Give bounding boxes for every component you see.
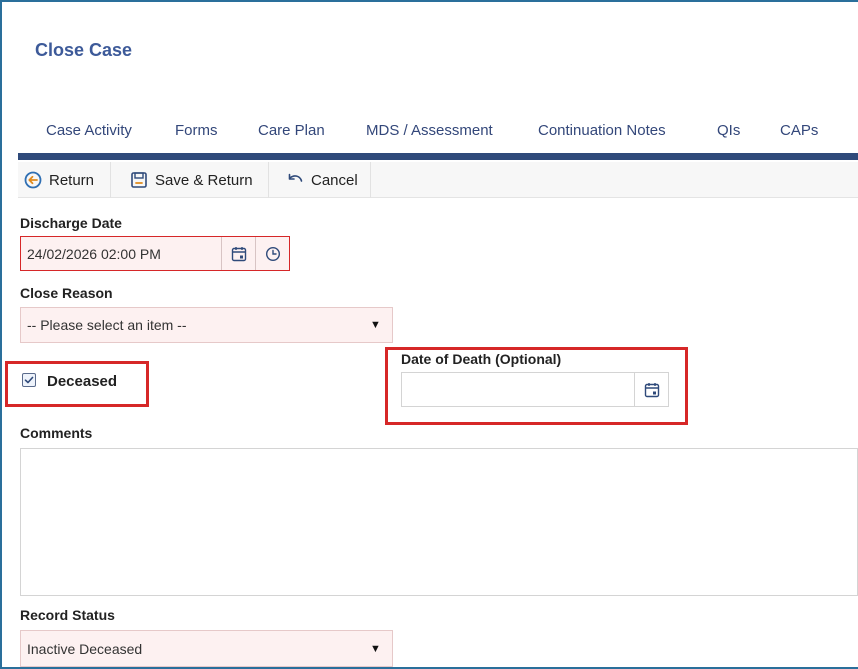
- checkbox-checked-icon: [24, 376, 34, 384]
- save-icon: [131, 172, 147, 188]
- save-return-label: Save & Return: [155, 171, 253, 189]
- record-status-select[interactable]: Inactive Deceased ▼: [20, 630, 393, 667]
- discharge-date-field[interactable]: 24/02/2026 02:00 PM: [20, 236, 290, 271]
- comments-label: Comments: [20, 425, 93, 441]
- discharge-date-calendar-button[interactable]: [221, 237, 255, 270]
- toolbar-divider: [110, 162, 111, 198]
- close-reason-select[interactable]: -- Please select an item -- ▼: [20, 307, 393, 343]
- date-of-death-calendar-button[interactable]: [634, 373, 668, 406]
- dropdown-arrow-icon: ▼: [370, 319, 381, 331]
- cancel-label: Cancel: [311, 171, 358, 189]
- deceased-checkbox[interactable]: [22, 373, 36, 387]
- save-return-button[interactable]: Save & Return: [124, 162, 259, 198]
- tab-forms[interactable]: Forms: [175, 122, 218, 139]
- calendar-icon: [231, 246, 246, 261]
- tab-continuation-notes[interactable]: Continuation Notes: [538, 122, 666, 139]
- return-button[interactable]: Return: [18, 162, 100, 198]
- cancel-button[interactable]: Cancel: [280, 162, 364, 198]
- toolbar-divider: [268, 162, 269, 198]
- discharge-date-time-button[interactable]: [255, 237, 289, 270]
- tab-caps[interactable]: CAPs: [780, 122, 818, 139]
- close-reason-value: -- Please select an item --: [27, 317, 187, 333]
- calendar-icon: [644, 382, 659, 397]
- return-label: Return: [49, 171, 95, 189]
- clock-icon: [265, 246, 280, 261]
- discharge-date-label: Discharge Date: [20, 215, 122, 231]
- page-title: Close Case: [35, 40, 133, 60]
- tab-qis[interactable]: QIs: [717, 122, 740, 139]
- tab-care-plan[interactable]: Care Plan: [258, 122, 325, 139]
- toolbar-divider: [370, 162, 371, 198]
- discharge-date-value: 24/02/2026 02:00 PM: [27, 245, 161, 262]
- toolbar: Return Save & Return Cancel: [18, 162, 858, 198]
- tab-underline-bar: [18, 153, 858, 160]
- deceased-label: Deceased: [47, 373, 118, 390]
- date-of-death-field[interactable]: [401, 372, 669, 407]
- tab-case-activity[interactable]: Case Activity: [46, 122, 132, 139]
- return-arrow-icon: [24, 171, 42, 189]
- date-of-death-label: Date of Death (Optional): [401, 351, 562, 367]
- tab-strip: Case Activity Forms Care Plan MDS / Asse…: [18, 122, 858, 152]
- record-status-value: Inactive Deceased: [27, 640, 143, 657]
- record-status-label: Record Status: [20, 607, 115, 623]
- tab-mds-assessment[interactable]: MDS / Assessment: [366, 122, 493, 139]
- comments-textarea[interactable]: [20, 448, 858, 596]
- dropdown-arrow-icon: ▼: [370, 642, 381, 655]
- close-reason-label: Close Reason: [20, 285, 113, 301]
- undo-icon: [288, 173, 303, 182]
